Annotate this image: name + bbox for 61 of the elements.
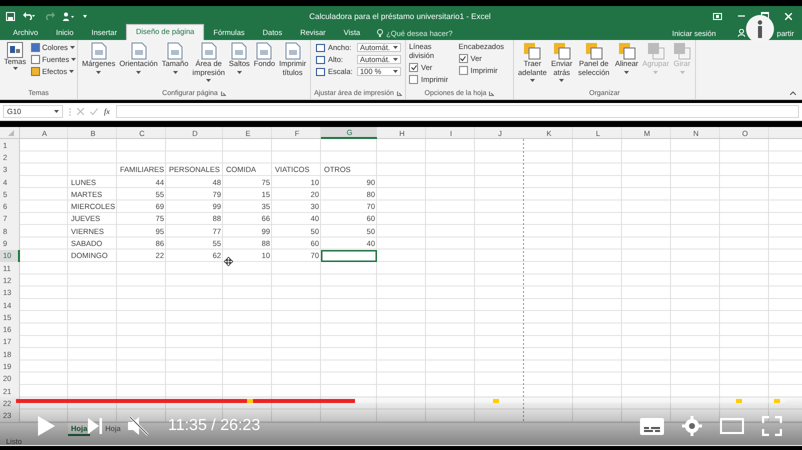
caret-icon: [206, 79, 212, 82]
layers-icon: [673, 42, 691, 60]
insert-function-button[interactable]: fx: [104, 107, 110, 116]
checkbox[interactable]: [409, 63, 418, 72]
colors-icon: [31, 43, 40, 52]
caret-icon: [54, 110, 59, 113]
next-icon[interactable]: [88, 418, 102, 434]
dialog-launcher-icon[interactable]: [220, 91, 226, 96]
ad-marker: [736, 399, 742, 403]
undo-icon[interactable]: [23, 12, 35, 20]
caret-icon: [680, 70, 684, 74]
dialog-launcher-icon[interactable]: [396, 91, 402, 96]
close-icon[interactable]: [785, 12, 792, 20]
caret-icon: [393, 70, 398, 73]
caret-icon: [12, 66, 18, 70]
play-icon[interactable]: [38, 416, 55, 436]
caret-icon: [559, 79, 564, 82]
caret-icon: [624, 70, 630, 74]
collapse-ribbon-icon[interactable]: [790, 91, 796, 95]
window-title: Calculadora para el préstamo universitario1 - Excel: [309, 12, 491, 20]
formula-input[interactable]: [116, 105, 799, 118]
caret-icon: [172, 70, 178, 74]
lightbulb-icon: [377, 29, 384, 37]
checkbox[interactable]: [458, 54, 468, 63]
caret-icon: [393, 58, 398, 61]
layers-icon: [646, 42, 665, 60]
effects-icon: [31, 67, 40, 76]
progress-bar[interactable]: [16, 399, 786, 403]
checkbox[interactable]: [458, 66, 468, 75]
person-icon[interactable]: [738, 29, 745, 37]
ad-marker: [247, 399, 253, 403]
customize-icon[interactable]: [83, 14, 87, 18]
caret-icon: [236, 70, 242, 74]
theater-mode-icon[interactable]: [720, 418, 744, 434]
caret-icon: [530, 79, 535, 82]
caret-icon: [96, 70, 102, 74]
caret-icon: [393, 46, 398, 49]
dialog-launcher-icon[interactable]: [489, 91, 494, 96]
muted-speaker-icon[interactable]: [128, 416, 150, 436]
caret-icon: [70, 46, 75, 49]
subtitles-icon[interactable]: [640, 418, 664, 434]
touch-mode-icon[interactable]: [63, 12, 75, 20]
selected-cell[interactable]: [321, 250, 377, 262]
caret-icon: [69, 70, 74, 73]
info-icon[interactable]: [746, 15, 774, 43]
fullscreen-icon[interactable]: [762, 416, 782, 436]
check-icon: [460, 56, 466, 61]
caret-icon: [653, 70, 658, 74]
move-cursor-icon: [224, 257, 233, 266]
minimize-icon[interactable]: [738, 15, 745, 17]
fonts-icon: [31, 55, 40, 64]
ad-marker: [774, 399, 780, 403]
checkbox[interactable]: [409, 75, 418, 84]
video-time: 11:35 / 26:23: [168, 417, 260, 435]
ad-marker: [493, 399, 500, 403]
redo-icon: [43, 12, 55, 20]
check-icon: [410, 65, 416, 70]
save-icon[interactable]: [6, 12, 15, 20]
ribbon-options-icon[interactable]: [713, 12, 722, 20]
caret-icon: [136, 70, 142, 74]
caret-icon: [71, 58, 76, 61]
